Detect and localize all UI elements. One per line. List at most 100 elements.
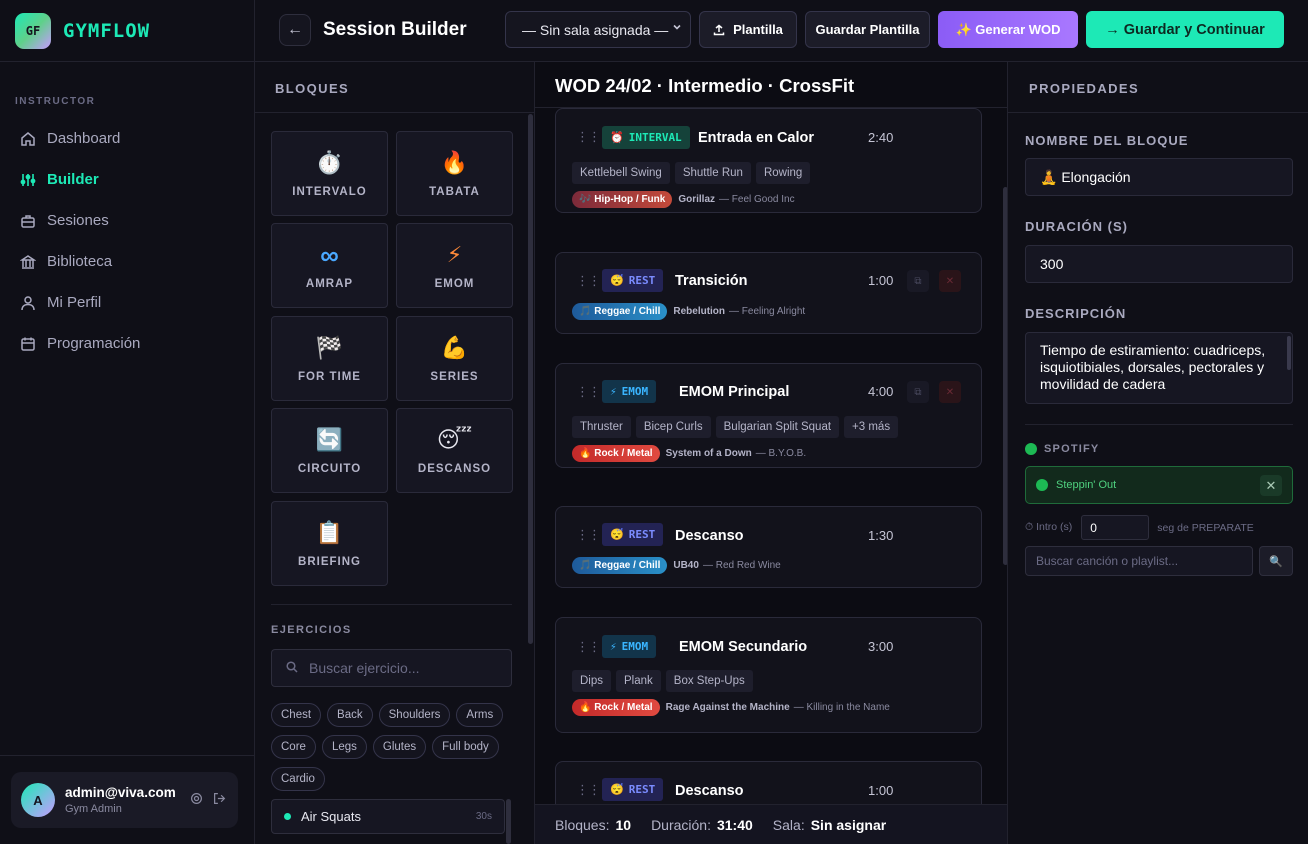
block-type-badge: 😴 REST (602, 269, 664, 292)
guardar-continuar-button[interactable]: → Guardar y Continuar (1086, 11, 1284, 48)
app-logo[interactable]: GF (15, 12, 51, 49)
description-textarea[interactable]: Tiempo de estiramiento: cuadriceps, isqu… (1025, 332, 1293, 404)
timeline-block-card[interactable]: ⋮⋮ ⏰ INTERVAL Entrada en Calor 2:40 Kettl… (555, 108, 982, 213)
duration-input[interactable]: 300 (1025, 245, 1293, 283)
sidebar-item-builder[interactable]: Builder (0, 159, 254, 200)
lightning-icon: ⚡ (446, 241, 463, 267)
sleeping-face-icon: 😴 (610, 528, 624, 541)
block-actions: ⧉ ✕ (907, 270, 967, 292)
delete-icon[interactable]: ✕ (939, 381, 961, 403)
blocks-scrollbar[interactable] (528, 114, 533, 644)
drag-handle-icon[interactable]: ⋮⋮ (576, 782, 601, 798)
block-briefing[interactable]: 📋 BRIEFING (271, 501, 388, 586)
sidebar-nav: Dashboard Builder Sesiones Biblioteca Mi… (0, 118, 254, 364)
duplicate-icon[interactable]: ⧉ (907, 381, 929, 403)
user-actions (190, 792, 226, 808)
divider (255, 112, 534, 113)
block-name: Descanso (675, 783, 744, 799)
song-search-input[interactable]: Buscar canción o playlist... (1025, 546, 1253, 576)
timeline-block-card[interactable]: ⋮⋮ 😴 REST Transición 1:00 ⧉ ✕ 🎵 Reggae / … (555, 252, 982, 334)
chip-back[interactable]: Back (327, 703, 373, 727)
song-search-button[interactable]: 🔍 (1259, 546, 1293, 576)
drag-handle-icon[interactable]: ⋮⋮ (576, 273, 601, 289)
block-series[interactable]: 💪 SERIES (396, 316, 513, 401)
block-name-input[interactable]: 🧘 Elongación (1025, 158, 1293, 196)
chip-arms[interactable]: Arms (456, 703, 504, 727)
sidebar-item-programacion[interactable]: Programación (0, 323, 254, 364)
artist-name: Rage Against the Machine (665, 702, 790, 713)
chip-shoulders[interactable]: Shoulders (378, 703, 451, 727)
sidebar-item-sesiones[interactable]: Sesiones (0, 200, 254, 241)
gear-icon[interactable] (190, 792, 203, 808)
generar-wod-button[interactable]: ✨ Generar WOD (938, 11, 1078, 48)
exercises-scrollbar[interactable] (506, 799, 511, 844)
room-select[interactable]: — Sin sala asignada — (505, 11, 691, 48)
logout-icon[interactable] (213, 792, 226, 808)
sleeping-face-icon: 😴 (610, 783, 624, 796)
sidebar-item-mi-perfil[interactable]: Mi Perfil (0, 282, 254, 323)
block-tabata[interactable]: 🔥 TABATA (396, 131, 513, 216)
plantilla-button[interactable]: Plantilla (699, 11, 797, 48)
checkered-flag-icon: 🏁 (315, 334, 344, 360)
drag-handle-icon[interactable]: ⋮⋮ (576, 527, 601, 543)
exercise-item[interactable]: Air Squats 30s (271, 799, 505, 834)
song-name: — Feeling Alright (729, 306, 806, 317)
timeline-block-card[interactable]: ⋮⋮ 😴 REST Descanso 1:30 🎵 Reggae / Chill … (555, 506, 982, 588)
exercise-tag: Rowing (755, 162, 811, 184)
block-name: Transición (675, 273, 748, 289)
refresh-icon: 🔄 (315, 426, 344, 452)
more-exercises-tag[interactable]: +3 más (844, 416, 899, 438)
block-for-time[interactable]: 🏁 FOR TIME (271, 316, 388, 401)
back-button[interactable]: ← (279, 14, 311, 46)
chip-full-body[interactable]: Full body (432, 735, 499, 759)
block-label: BRIEFING (298, 555, 361, 568)
music-info: 🎶 Hip-Hop / Funk Gorillaz — Feel Good In… (572, 191, 795, 208)
block-amrap[interactable]: ∞ AMRAP (271, 223, 388, 308)
intro-row: ⏱ Intro (s) 0 seg de PREPARATE (1025, 515, 1254, 540)
duplicate-icon[interactable]: ⧉ (907, 270, 929, 292)
song-name: — B.Y.O.B. (755, 448, 807, 459)
block-descanso[interactable]: 😴 DESCANSO (396, 408, 513, 493)
sidebar-item-biblioteca[interactable]: Biblioteca (0, 241, 254, 282)
chip-chest[interactable]: Chest (271, 703, 322, 727)
block-duration: 1:00 (868, 273, 894, 288)
search-icon: 🔍 (1269, 555, 1283, 568)
drag-handle-icon[interactable]: ⋮⋮ (576, 639, 601, 655)
block-emom[interactable]: ⚡ EMOM (396, 223, 513, 308)
delete-icon[interactable]: ✕ (939, 270, 961, 292)
chip-glutes[interactable]: Glutes (372, 735, 427, 759)
badge-label: REST (628, 274, 656, 287)
home-icon (20, 131, 36, 147)
intro-input[interactable]: 0 (1081, 515, 1150, 540)
guardar-plantilla-button[interactable]: Guardar Plantilla (805, 11, 930, 48)
chip-legs[interactable]: Legs (321, 735, 367, 759)
spotify-track-card[interactable]: Steppin' Out ✕ (1025, 466, 1293, 504)
description-scrollbar[interactable] (1287, 336, 1291, 370)
status-dot (284, 813, 291, 820)
muscle-filter-chips: Chest Back Shoulders Arms Core Legs Glut… (271, 703, 512, 791)
timeline-block-card[interactable]: ⋮⋮ ⚡ EMOM EMOM Principal 4:00 ⧉ ✕ Thruste… (555, 363, 982, 468)
divider (1008, 112, 1308, 113)
infinity-icon: ∞ (320, 239, 339, 270)
sidebar-item-dashboard[interactable]: Dashboard (0, 118, 254, 159)
timeline-block-card[interactable]: ⋮⋮ ⚡ EMOM EMOM Secundario 3:00 Dips Plank… (555, 617, 982, 733)
exercise-search-input[interactable]: Buscar ejercicio... (271, 649, 512, 687)
remove-track-button[interactable]: ✕ (1260, 475, 1282, 496)
chip-cardio[interactable]: Cardio (271, 767, 325, 791)
block-label: AMRAP (305, 277, 354, 290)
block-intervalo[interactable]: ⏱️ INTERVALO (271, 131, 388, 216)
calendar-icon (20, 336, 36, 352)
chip-core[interactable]: Core (271, 735, 316, 759)
block-label: INTERVALO (292, 185, 367, 198)
upload-icon (713, 24, 725, 36)
user-card[interactable]: A admin@viva.com Gym Admin (11, 772, 238, 828)
drag-handle-icon[interactable]: ⋮⋮ (576, 129, 601, 145)
drag-handle-icon[interactable]: ⋮⋮ (576, 384, 601, 400)
properties-title: PROPIEDADES (1029, 81, 1140, 96)
block-circuito[interactable]: 🔄 CIRCUITO (271, 408, 388, 493)
genre-badge: 🎵 Reggae / Chill (572, 557, 668, 574)
block-label: SERIES (430, 370, 479, 383)
intro-hint: seg de PREPARATE (1157, 521, 1254, 534)
arrow-left-icon: ← (287, 21, 303, 38)
stopwatch-icon: ⏱️ (315, 149, 344, 175)
